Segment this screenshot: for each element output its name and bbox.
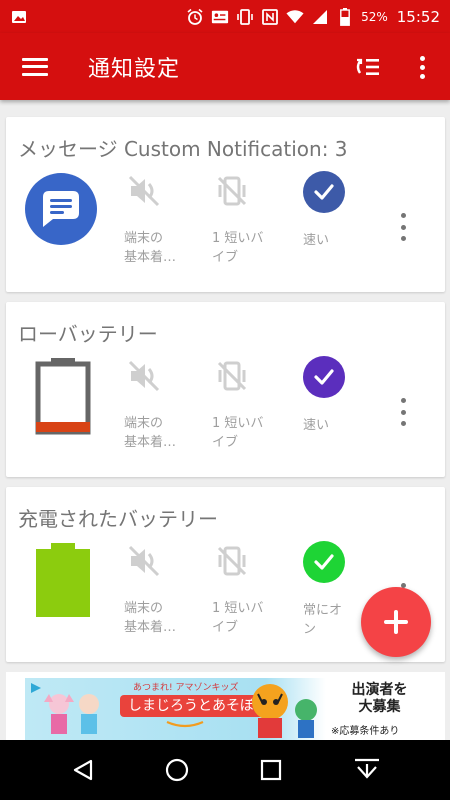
speed-label: 速い: [303, 233, 330, 248]
notification-card-low-battery[interactable]: ローバッテリー 端末の 基本着… 1 短いバ イブ 速い: [6, 302, 445, 477]
system-nav-bar: [0, 740, 450, 800]
card-more-icon[interactable]: [396, 392, 410, 432]
vibration-option[interactable]: 1 短いバ イブ: [212, 541, 292, 637]
plus-icon: [384, 610, 408, 634]
speed-option[interactable]: 速い: [303, 356, 383, 435]
sound-off-icon: [124, 171, 164, 211]
speed-option[interactable]: 速い: [303, 171, 383, 250]
vibration-label: 1 短いバ イブ: [212, 601, 264, 635]
card-title: メッセージ Custom Notification: 3: [18, 137, 348, 161]
contact-card-icon: [211, 8, 229, 26]
app-bar: 通知設定: [0, 33, 450, 100]
wifi-icon: [286, 8, 304, 26]
page-title: 通知設定: [88, 56, 181, 82]
vibrate-off-icon: [212, 171, 252, 211]
ad-note-text: ※応募条件あり: [331, 726, 400, 737]
home-icon[interactable]: [162, 755, 192, 785]
nfc-icon: [261, 8, 279, 26]
sound-option[interactable]: 端末の 基本着…: [124, 356, 204, 452]
sound-label: 端末の 基本着…: [124, 416, 177, 450]
speed-label: 速い: [303, 418, 330, 433]
check-icon: [303, 541, 345, 583]
alarm-icon: [186, 8, 204, 26]
battery-percent: 52%: [361, 9, 388, 24]
sound-option[interactable]: 端末の 基本着…: [124, 541, 204, 637]
ad-recruit-text: 出演者を 大募集: [351, 682, 408, 715]
vibration-option[interactable]: 1 短いバ イブ: [212, 171, 292, 267]
ad-container: あつまれ! アマゾンキッズ しまじろうとあそぼう! 出演者を 大募集 ※応募条件…: [6, 672, 445, 742]
sound-off-icon: [124, 356, 164, 396]
more-vert-icon[interactable]: [410, 53, 434, 81]
sound-label: 端末の 基本着…: [124, 601, 177, 635]
battery-icon: [336, 7, 354, 26]
sound-option[interactable]: 端末の 基本着…: [124, 171, 204, 267]
vibration-option[interactable]: 1 短いバ イブ: [212, 356, 292, 452]
hide-keyboard-icon[interactable]: [352, 755, 382, 785]
vibrate-icon: [236, 8, 254, 26]
add-button[interactable]: [361, 587, 431, 657]
ad-small-text: あつまれ! アマゾンキッズ: [133, 683, 239, 693]
sort-icon[interactable]: [354, 53, 382, 81]
messages-app-icon: [23, 171, 103, 251]
card-more-icon[interactable]: [396, 207, 410, 247]
back-icon[interactable]: [68, 755, 98, 785]
shimajiro-character-icon: [252, 684, 317, 738]
check-icon: [303, 171, 345, 213]
battery-low-icon: [23, 356, 103, 436]
vibrate-off-icon: [212, 541, 252, 581]
vibration-label: 1 短いバ イブ: [212, 416, 264, 450]
check-icon: [303, 356, 345, 398]
kids-illustration-icon: [44, 694, 99, 734]
signal-icon: [311, 8, 329, 26]
menu-icon[interactable]: [22, 56, 48, 78]
battery-full-icon: [23, 541, 103, 621]
amazon-smile-icon: [166, 720, 204, 728]
recents-icon[interactable]: [256, 755, 286, 785]
notification-card-messages[interactable]: メッセージ Custom Notification: 3 端末の 基本着… 1 …: [6, 117, 445, 292]
vibrate-off-icon: [212, 356, 252, 396]
vibration-label: 1 短いバ イブ: [212, 231, 264, 265]
status-bar: 52% 15:52: [0, 0, 450, 33]
sound-off-icon: [124, 541, 164, 581]
card-title: 充電されたバッテリー: [18, 507, 218, 531]
image-icon: [10, 8, 28, 26]
clock: 15:52: [396, 7, 440, 26]
ad-banner[interactable]: あつまれ! アマゾンキッズ しまじろうとあそぼう! 出演者を 大募集 ※応募条件…: [25, 678, 426, 740]
card-title: ローバッテリー: [18, 322, 158, 346]
sound-label: 端末の 基本着…: [124, 231, 177, 265]
